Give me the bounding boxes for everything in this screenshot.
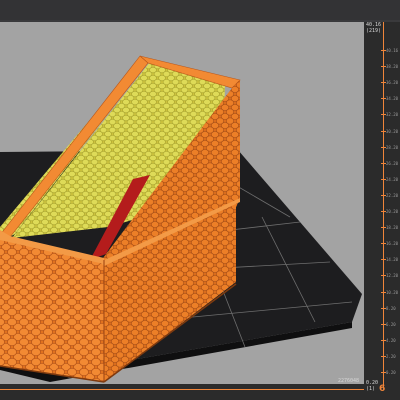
vertical-slider-tick-label: 10.20 — [386, 289, 399, 295]
bottom-handle-icon: 6 — [379, 384, 386, 394]
horizontal-slider-track[interactable] — [0, 389, 378, 390]
bottom-slider-handle[interactable]: 6 — [379, 384, 387, 394]
vertical-slider-tick-label: 22.20 — [386, 192, 399, 198]
layer-bottom-readout: 0.20 (1) — [366, 380, 378, 392]
vertical-slider-tick-label: 36.20 — [386, 80, 399, 86]
vertical-slider-tick-label: 18.20 — [386, 225, 399, 231]
layer-bottom-number: (1) — [366, 386, 376, 392]
vertical-slider-tick-label: 14.20 — [386, 257, 399, 263]
vertical-slider-tick-label: 28.20 — [386, 144, 399, 150]
top-toolbar — [0, 0, 400, 22]
horizontal-layer-slider[interactable]: 2276048 — [0, 378, 380, 400]
vertical-layer-slider[interactable]: 40.16 (219) 40.16 38.20 36.20 34.20 32.20 30.… — [364, 22, 400, 400]
vertical-slider-tick-label: 16.20 — [386, 241, 399, 247]
vertical-slider-tick-label: 4.20 — [386, 337, 396, 343]
vertical-slider-tick-label: 0.20 — [386, 370, 396, 375]
vertical-slider-track[interactable] — [383, 22, 384, 388]
vertical-slider-tick-label: 30.20 — [386, 128, 399, 134]
vertical-slider-tick-label: 32.20 — [386, 112, 399, 118]
vertical-slider-tick-label: 38.20 — [386, 64, 399, 70]
slicer-window: PRUSA M 2276048 40.16 — [0, 0, 400, 400]
vertical-slider-tick-label: 34.20 — [386, 96, 399, 102]
vertical-slider-tick-label: 20.20 — [386, 209, 399, 214]
vertical-slider-tick-label: 40.16 — [386, 48, 399, 53]
vertical-slider-tick-label: 12.20 — [386, 273, 399, 279]
3d-preview-viewport[interactable]: PRUSA M — [0, 22, 364, 400]
vertical-slider-tick-label: 2.20 — [386, 353, 396, 359]
vertical-slider-tick-label: 26.20 — [386, 160, 399, 166]
layer-top-readout: 40.16 (219) — [366, 22, 381, 34]
layer-top-number: (219) — [366, 28, 382, 34]
vertical-slider-tick-label: 6.20 — [386, 321, 396, 327]
horizontal-slider-value: 2276048 — [338, 378, 360, 384]
vertical-slider-tick-label: 24.20 — [386, 176, 399, 182]
preview-scene[interactable]: PRUSA M — [0, 22, 364, 400]
vertical-slider-tick-label: 8.20 — [386, 305, 396, 311]
